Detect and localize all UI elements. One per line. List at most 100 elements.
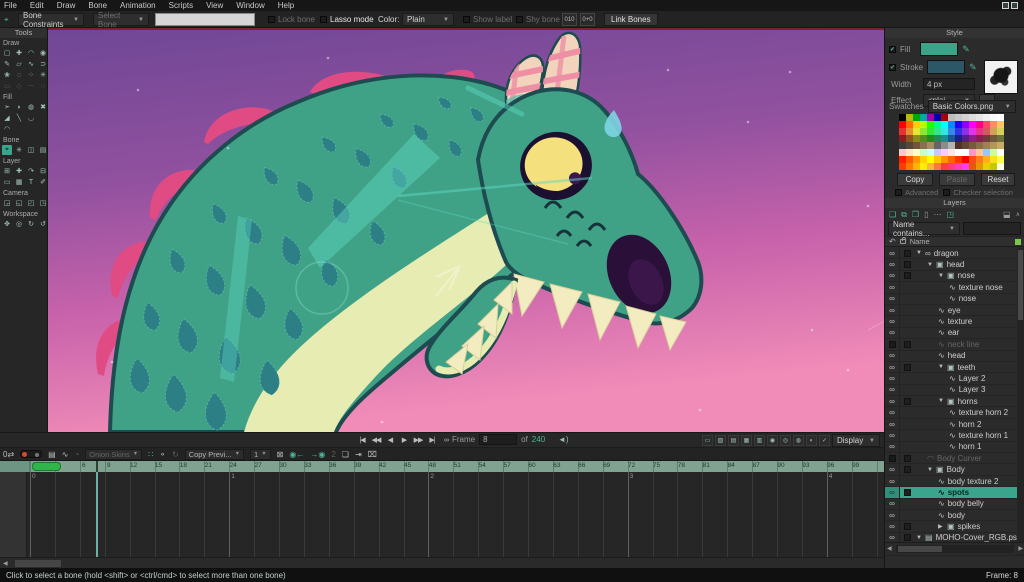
palette-swatch[interactable]: [997, 114, 1004, 121]
palette-swatch[interactable]: [962, 121, 969, 128]
playhead-line[interactable]: [96, 472, 98, 557]
resort-icon[interactable]: ↻: [172, 450, 179, 459]
current-frame-input[interactable]: 8: [479, 434, 517, 445]
lock-bone-checkbox[interactable]: Lock bone: [268, 13, 315, 26]
playback-range-marker[interactable]: [32, 462, 61, 471]
palette-swatch[interactable]: [990, 142, 997, 149]
draw-tool-icon[interactable]: ∿: [26, 59, 36, 69]
layer-color-swatch[interactable]: [1015, 239, 1021, 245]
palette-swatch[interactable]: [962, 156, 969, 163]
menu-scripts[interactable]: Scripts: [169, 1, 193, 10]
layer-option-box[interactable]: [900, 396, 914, 406]
palette-swatch[interactable]: [976, 135, 983, 142]
doc-icon[interactable]: ❏: [342, 450, 349, 459]
key-icon[interactable]: ⚬: [159, 450, 166, 459]
palette-swatch[interactable]: [962, 114, 969, 121]
palette-swatch[interactable]: [906, 114, 913, 121]
layer-row-nose[interactable]: ∞▼▣nose: [885, 271, 1018, 282]
fill-tool-icon[interactable]: ◡: [26, 113, 36, 123]
jump-icon[interactable]: ⇥: [355, 450, 362, 459]
visibility-icon[interactable]: ∞: [885, 442, 900, 452]
shy-bone-checkbox[interactable]: Shy bone: [516, 13, 560, 26]
expand-arrow-icon[interactable]: ▼: [927, 262, 933, 268]
palette-swatch[interactable]: [983, 163, 990, 170]
canvas-workspace[interactable]: [48, 30, 884, 432]
palette-swatch[interactable]: [920, 149, 927, 156]
visibility-icon[interactable]: [885, 339, 900, 349]
flip-bone-v-icon[interactable]: 0+0: [580, 13, 595, 26]
play-button[interactable]: ▶: [398, 434, 410, 446]
next-key-nav-icon[interactable]: →◉: [310, 450, 325, 459]
palette-swatch[interactable]: [976, 128, 983, 135]
visibility-icon[interactable]: ∞: [885, 282, 900, 292]
bone-color-dropdown[interactable]: Plain▼: [402, 13, 454, 26]
scroll-left-icon[interactable]: ◀: [885, 545, 894, 552]
palette-swatch[interactable]: [997, 156, 1004, 163]
draw-tool-icon[interactable]: ─: [26, 81, 36, 91]
palette-swatch[interactable]: [899, 135, 906, 142]
menu-view[interactable]: View: [206, 1, 223, 10]
fill-tool-icon[interactable]: ╲: [14, 113, 24, 123]
layer-tool-icon[interactable]: T: [26, 177, 36, 187]
draw-tool-icon[interactable]: ✎: [2, 59, 12, 69]
palette-swatch[interactable]: [934, 121, 941, 128]
palette-swatch[interactable]: [913, 156, 920, 163]
palette-swatch[interactable]: [941, 163, 948, 170]
delete-frames-icon[interactable]: ⌧: [368, 450, 377, 459]
link-bones-button[interactable]: Link Bones: [604, 13, 658, 26]
palette-swatch[interactable]: [948, 149, 955, 156]
timeline-tracks[interactable]: 01234: [0, 472, 884, 557]
layers-vertical-scrollbar[interactable]: [1017, 248, 1024, 556]
visibility-icon[interactable]: ∞: [885, 510, 900, 520]
timeline-scroll-left-icon[interactable]: ◀: [0, 560, 11, 567]
layer-tool-icon[interactable]: ⊞: [2, 166, 12, 176]
palette-swatch[interactable]: [990, 114, 997, 121]
expand-arrow-icon[interactable]: ▶: [938, 523, 944, 530]
prev-key-nav-icon[interactable]: ◉←: [289, 450, 304, 459]
layer-option-box[interactable]: [900, 453, 914, 463]
layer-row-spikes[interactable]: ∞▶▣spikes: [885, 521, 1018, 532]
copy-previous-dropdown[interactable]: Copy Previ...▼: [185, 449, 244, 460]
layer-row-texture[interactable]: ∞∿texture: [885, 316, 1018, 327]
display-mode-icon[interactable]: ◍: [793, 435, 804, 446]
interp-count-dropdown[interactable]: 1▼: [250, 449, 271, 460]
fill-tool-icon[interactable]: ◠: [2, 124, 12, 134]
palette-swatch[interactable]: [927, 149, 934, 156]
palette-swatch[interactable]: [906, 135, 913, 142]
draw-tool-icon[interactable]: ○: [38, 81, 48, 91]
palette-swatch[interactable]: [934, 128, 941, 135]
palette-swatch[interactable]: [976, 163, 983, 170]
camera-tool-icon[interactable]: ◲: [2, 198, 12, 208]
layer-option-box[interactable]: [900, 487, 914, 497]
palette-swatch[interactable]: [962, 149, 969, 156]
draw-tool-icon[interactable]: ◉: [38, 48, 48, 58]
palette-swatch[interactable]: [913, 128, 920, 135]
palette-swatch[interactable]: [948, 135, 955, 142]
jump-start-button[interactable]: |◀: [356, 434, 368, 446]
layer-option-box[interactable]: [900, 521, 914, 531]
palette-swatch[interactable]: [906, 128, 913, 135]
layer-option-box[interactable]: [900, 442, 914, 452]
visibility-icon[interactable]: ∞: [885, 396, 900, 406]
bone-tool-icon[interactable]: ◫: [26, 145, 36, 155]
palette-swatch[interactable]: [976, 114, 983, 121]
draw-tool-icon[interactable]: ⁘: [26, 70, 36, 80]
display-mode-icon[interactable]: ▦: [741, 435, 752, 446]
palette-swatch[interactable]: [899, 156, 906, 163]
palette-swatch[interactable]: [927, 156, 934, 163]
layer-option-box[interactable]: [900, 305, 914, 315]
layer-option-box[interactable]: [900, 362, 914, 372]
palette-swatch[interactable]: [983, 156, 990, 163]
palette-swatch[interactable]: [934, 149, 941, 156]
palette-swatch[interactable]: [969, 163, 976, 170]
paste-style-button[interactable]: Paste: [939, 173, 975, 186]
palette-swatch[interactable]: [899, 128, 906, 135]
palette-swatch[interactable]: [983, 121, 990, 128]
palette-swatch[interactable]: [969, 114, 976, 121]
fill-eyedropper-icon[interactable]: ✎: [962, 44, 970, 55]
palette-swatch[interactable]: [941, 135, 948, 142]
layer-row-eye[interactable]: ∞∿eye: [885, 305, 1018, 316]
visibility-icon[interactable]: ∞: [885, 271, 900, 281]
visibility-icon[interactable]: [885, 453, 900, 463]
color-palette[interactable]: [899, 114, 1004, 170]
